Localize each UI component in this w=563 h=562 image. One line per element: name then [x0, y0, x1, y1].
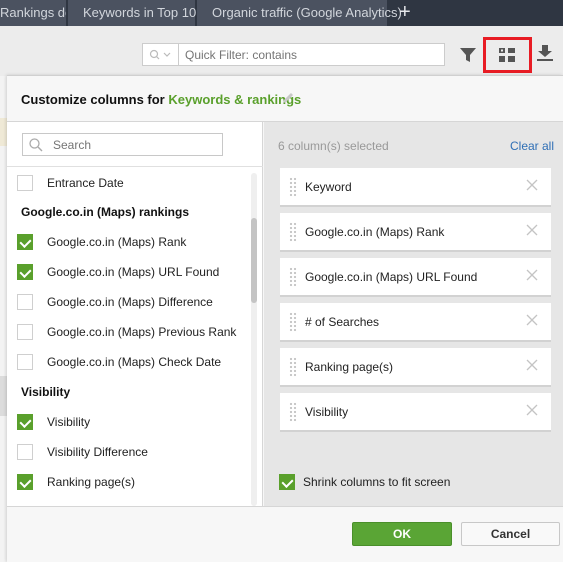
available-columns-pane: Entrance Date Google.co.in (Maps) rankin… [7, 122, 263, 506]
list-scrollbar[interactable] [251, 173, 257, 506]
selected-column-label: Ranking page(s) [305, 360, 394, 374]
column-option-label: Google.co.in (Maps) Check Date [47, 355, 222, 369]
selected-column-chip[interactable]: Keyword [280, 168, 551, 207]
checkbox-checked[interactable] [17, 474, 33, 490]
column-option[interactable]: Visibility [17, 412, 90, 432]
tab-label: Keywords in Top 10 [83, 5, 197, 20]
checkbox[interactable] [17, 354, 33, 370]
dialog-header: Customize columns for Keywords & ranking… [7, 76, 563, 122]
column-option[interactable]: Ranking page(s) [17, 472, 135, 492]
column-group-heading: Google.co.in (Maps) rankings [21, 205, 190, 219]
column-option-label: Google.co.in (Maps) Previous Rank [47, 325, 237, 339]
dialog-footer: OK Cancel [7, 506, 563, 562]
shrink-columns-label: Shrink columns to fit screen [303, 475, 451, 489]
remove-icon[interactable] [525, 358, 539, 372]
selected-column-label: Google.co.in (Maps) Rank [305, 225, 445, 239]
column-option[interactable]: Google.co.in (Maps) Previous Rank [17, 322, 236, 342]
customize-columns-button[interactable] [483, 37, 532, 73]
column-option-label: Google.co.in (Maps) Difference [47, 295, 213, 309]
column-option[interactable]: Google.co.in (Maps) Rank [17, 232, 186, 252]
tab-label: Rankings details [0, 5, 66, 20]
drag-handle-icon[interactable] [289, 312, 297, 332]
selected-column-chip[interactable]: Google.co.in (Maps) Rank [280, 213, 551, 252]
scrollbar-thumb[interactable] [251, 218, 257, 303]
search-icon [29, 138, 43, 152]
column-option[interactable]: Google.co.in (Maps) Check Date [17, 352, 221, 372]
selected-columns-pane: 6 column(s) selected Clear all Keyword G… [264, 122, 563, 506]
add-tab-button[interactable]: + [389, 0, 421, 26]
column-option-label: Ranking page(s) [47, 475, 136, 489]
selected-column-label: # of Searches [305, 315, 380, 329]
dialog-title: Customize columns for Keywords & ranking… [21, 92, 301, 107]
drag-handle-icon[interactable] [289, 267, 297, 287]
checkbox-checked[interactable] [17, 414, 33, 430]
checkbox-checked[interactable] [279, 474, 295, 490]
download-icon[interactable] [536, 44, 554, 62]
selected-column-chip[interactable]: Google.co.in (Maps) URL Found [280, 258, 551, 297]
drag-handle-icon[interactable] [289, 222, 297, 242]
checkbox-checked[interactable] [17, 234, 33, 250]
quick-filter[interactable] [142, 43, 445, 66]
remove-icon[interactable] [525, 403, 539, 417]
tab-rankings-details[interactable]: Rankings details [0, 0, 66, 26]
drag-handle-icon[interactable] [289, 357, 297, 377]
tab-organic-traffic[interactable]: Organic traffic (Google Analytics) [197, 0, 402, 26]
quick-filter-input[interactable] [179, 44, 444, 65]
search-dropdown-icon[interactable] [143, 44, 179, 65]
column-option[interactable]: Google.co.in (Maps) Difference [17, 292, 213, 312]
columns-grid-icon [499, 48, 515, 62]
available-columns-list: Entrance Date Google.co.in (Maps) rankin… [7, 167, 251, 506]
selected-column-label: Visibility [305, 405, 349, 419]
filter-icon[interactable] [459, 46, 477, 64]
tab-bar: Rankings details Keywords in Top 10 Orga… [0, 0, 563, 26]
drag-handle-icon[interactable] [289, 402, 297, 422]
column-option-label: Google.co.in (Maps) Rank [47, 235, 187, 249]
column-option-label: Visibility [47, 415, 91, 429]
column-search-input[interactable] [53, 134, 218, 155]
dialog-title-prefix: Customize columns for [21, 92, 169, 107]
drag-handle-icon[interactable] [289, 177, 297, 197]
tab-label: Organic traffic (Google Analytics) [212, 5, 402, 20]
clear-all-link[interactable]: Clear all [510, 139, 554, 153]
cancel-button[interactable]: Cancel [461, 522, 560, 546]
checkbox[interactable] [17, 444, 33, 460]
remove-icon[interactable] [525, 223, 539, 237]
column-option-label: Visibility Difference [47, 445, 148, 459]
selected-column-label: Keyword [305, 180, 352, 194]
selected-column-chip[interactable]: Ranking page(s) [280, 348, 551, 387]
selected-column-chip[interactable]: # of Searches [280, 303, 551, 342]
tab-keywords-in-top-10[interactable]: Keywords in Top 10 [68, 0, 197, 26]
selected-column-label: Google.co.in (Maps) URL Found [305, 270, 478, 284]
column-search-box[interactable] [22, 133, 223, 156]
shrink-columns-option[interactable]: Shrink columns to fit screen [279, 474, 450, 490]
column-option-label: Entrance Date [47, 176, 124, 190]
column-option-label: Google.co.in (Maps) URL Found [47, 265, 220, 279]
remove-icon[interactable] [525, 313, 539, 327]
column-option[interactable]: Google.co.in (Maps) URL Found [17, 262, 219, 282]
selected-column-chip[interactable]: Visibility [280, 393, 551, 432]
toolbar [0, 26, 563, 76]
column-option[interactable]: Visibility Difference [17, 442, 148, 462]
column-option[interactable]: Entrance Date [17, 173, 124, 193]
remove-icon[interactable] [525, 178, 539, 192]
customize-columns-dialog: Customize columns for Keywords & ranking… [7, 75, 563, 562]
checkbox-checked[interactable] [17, 264, 33, 280]
remove-icon[interactable] [525, 268, 539, 282]
selected-count: 6 column(s) selected [278, 139, 389, 153]
pencil-edit-icon[interactable] [281, 91, 295, 105]
ok-button[interactable]: OK [352, 522, 452, 546]
checkbox[interactable] [17, 175, 33, 191]
checkbox[interactable] [17, 294, 33, 310]
column-group-heading: Visibility [21, 385, 71, 399]
checkbox[interactable] [17, 324, 33, 340]
